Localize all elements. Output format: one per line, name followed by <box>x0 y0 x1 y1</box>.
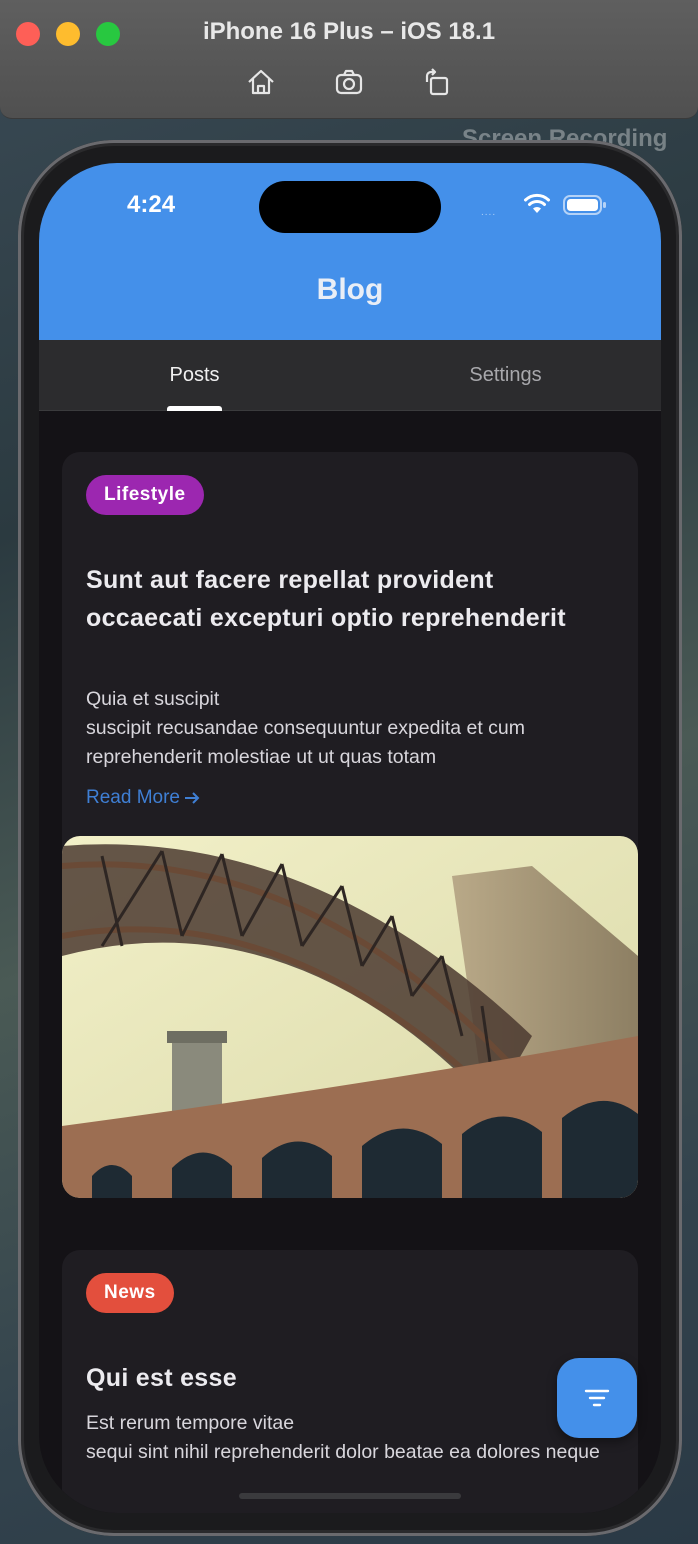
wifi-icon <box>524 193 550 213</box>
filter-icon <box>584 1389 610 1407</box>
tab-settings-label: Settings <box>469 363 542 386</box>
category-badge: News <box>86 1273 174 1313</box>
tab-posts[interactable]: Posts <box>39 340 350 410</box>
app-bar: 4:24 .... Blog <box>39 163 661 340</box>
screenshot-button[interactable] <box>331 64 367 100</box>
read-more-link[interactable]: Read More <box>86 787 201 809</box>
tab-posts-label: Posts <box>169 363 220 386</box>
post-card[interactable]: Lifestyle Sunt aut facere repellat provi… <box>62 452 638 1198</box>
post-title: Sunt aut facere repellat provident occae… <box>86 566 566 632</box>
post-excerpt: Quia et suscipit suscipit recusandae con… <box>86 688 526 768</box>
filter-button[interactable] <box>557 1358 637 1438</box>
tab-bar: Posts Settings <box>39 340 661 411</box>
read-more-label: Read More <box>86 787 180 808</box>
home-icon <box>248 69 274 95</box>
arrow-right-icon <box>185 792 200 804</box>
simulator-title: iPhone 16 Plus – iOS 18.1 <box>202 18 496 45</box>
simulator-title-bar: iPhone 16 Plus – iOS 18.1 <box>0 0 698 119</box>
dynamic-island <box>259 181 441 233</box>
cellular-signal: .... <box>481 207 497 218</box>
battery-icon <box>563 195 606 215</box>
post-image[interactable] <box>62 836 638 1198</box>
simulator-toolbar <box>0 64 698 100</box>
post-excerpt: Est rerum tempore vitae sequi sint nihil… <box>86 1412 600 1463</box>
phone-screen: 4:24 .... Blog Posts Settings Lifestyle … <box>39 163 661 1513</box>
page-title: Blog <box>316 273 384 306</box>
post-title: Qui est esse <box>86 1364 237 1392</box>
bridge-photo <box>62 836 638 1198</box>
screenshot-icon <box>335 69 363 95</box>
post-card[interactable]: News Qui est esse Est rerum tempore vita… <box>62 1250 638 1513</box>
status-time: 4:24 <box>127 191 176 218</box>
posts-feed[interactable]: Lifestyle Sunt aut facere repellat provi… <box>39 411 661 1513</box>
home-indicator <box>239 1493 461 1499</box>
rotate-button[interactable] <box>419 64 455 100</box>
category-badge: Lifestyle <box>86 475 204 515</box>
home-button[interactable] <box>243 64 279 100</box>
rotate-icon <box>425 68 449 96</box>
tab-settings[interactable]: Settings <box>350 340 661 410</box>
